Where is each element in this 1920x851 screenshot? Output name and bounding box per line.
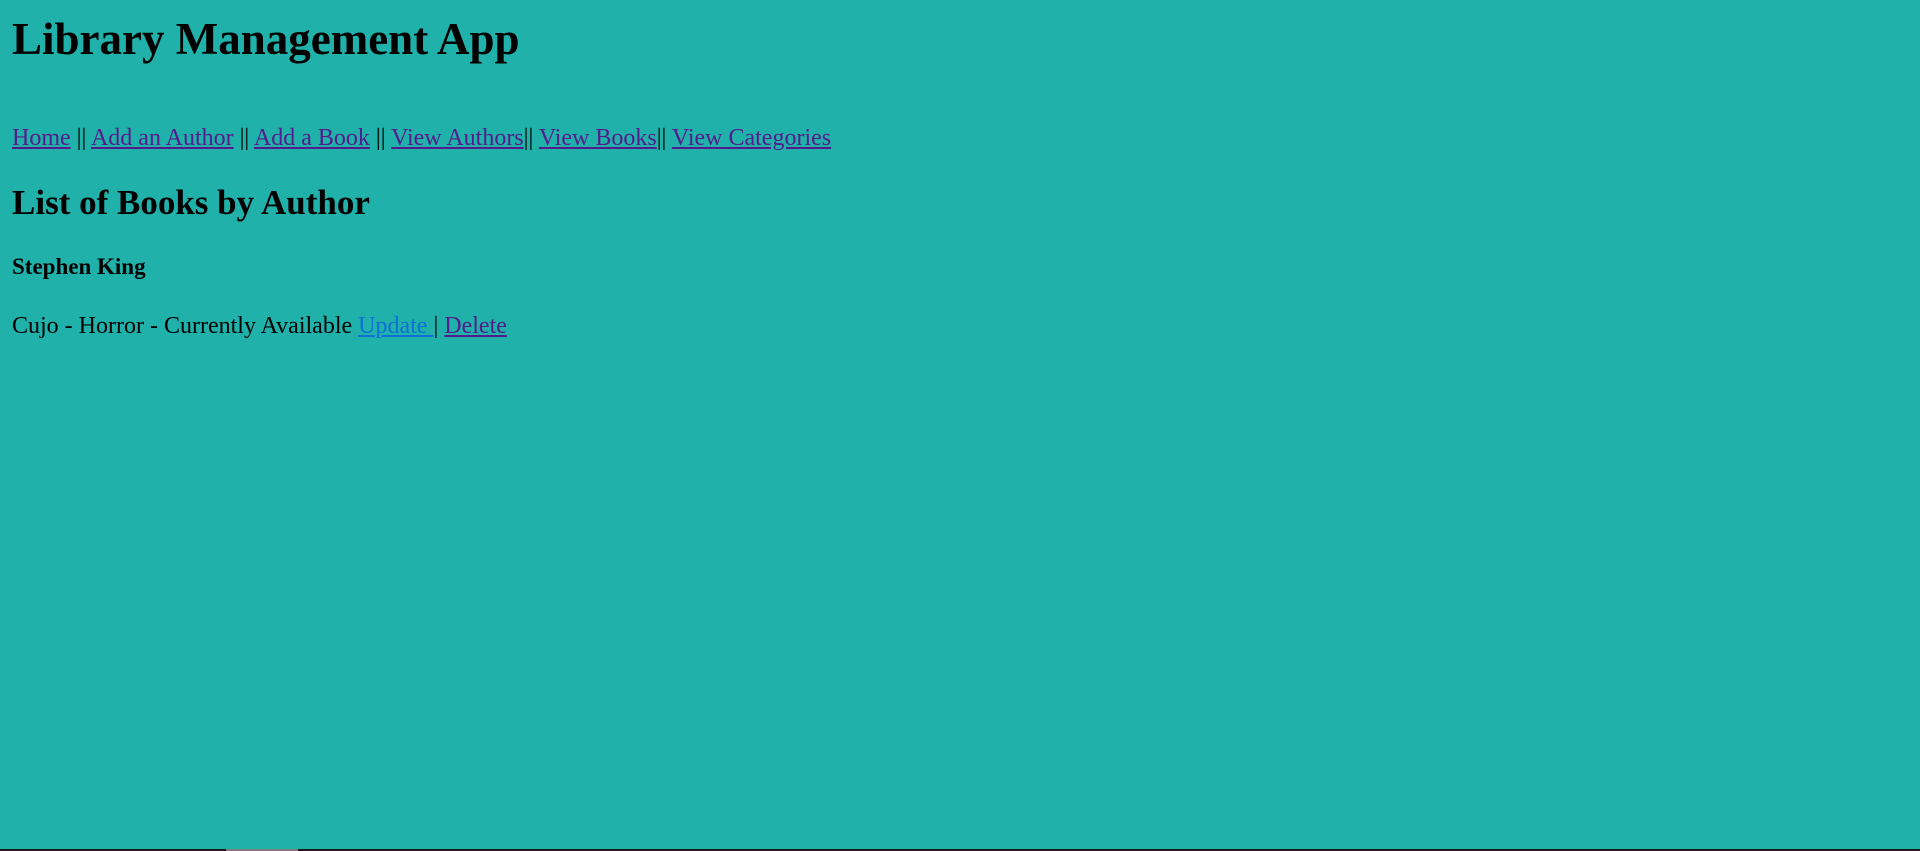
author-name: Stephen King (12, 254, 146, 279)
update-book-link[interactable]: Update (358, 313, 433, 339)
nav-separator: || (656, 125, 672, 151)
nav-link-view-books[interactable]: View Books (539, 125, 657, 151)
nav-separator: || (233, 125, 254, 151)
book-row: Cujo - Horror - Currently Available Upda… (12, 311, 1908, 341)
action-separator: | (433, 313, 439, 339)
nav-link-add-author[interactable]: Add an Author (91, 125, 234, 151)
delete-book-link[interactable]: Delete (444, 313, 507, 339)
nav-separator: || (523, 125, 539, 151)
page: Library Management App Home || Add an Au… (0, 0, 1920, 341)
nav-link-view-authors[interactable]: View Authors (391, 125, 524, 151)
nav-separator: || (70, 125, 91, 151)
main-nav: Home || Add an Author || Add a Book || V… (12, 123, 1908, 153)
nav-link-view-categories[interactable]: View Categories (672, 125, 831, 151)
section-title: List of Books by Author (12, 183, 370, 222)
nav-link-home[interactable]: Home (12, 125, 71, 151)
nav-link-add-book[interactable]: Add a Book (254, 125, 370, 151)
update-book-label: Update (358, 313, 428, 339)
app-title: Library Management App (12, 14, 520, 64)
nav-separator: || (369, 125, 392, 151)
book-description: Cujo - Horror - Currently Available (12, 313, 353, 339)
